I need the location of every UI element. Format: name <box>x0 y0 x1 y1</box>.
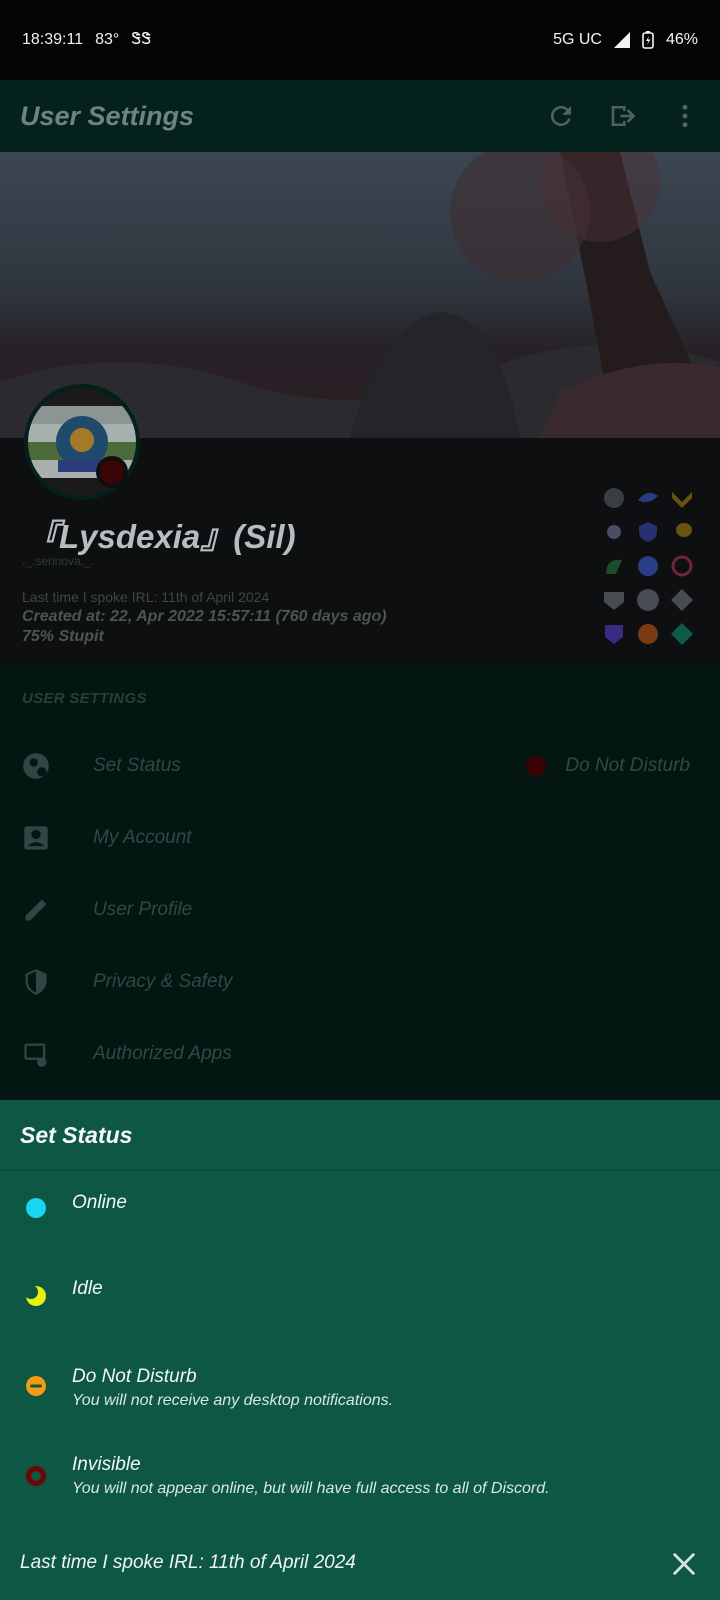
settings-item-privacy-safety[interactable]: Privacy & Safety <box>0 946 720 1018</box>
settings-item-label: Set Status <box>93 755 181 776</box>
status-temp: 83° <box>95 31 120 48</box>
badge-icon[interactable] <box>634 518 662 546</box>
badge-icon[interactable] <box>600 518 628 546</box>
status-option-invisible[interactable]: Invisible You will not appear online, bu… <box>0 1444 720 1532</box>
badge-icon[interactable] <box>600 586 628 614</box>
battery-icon <box>642 31 654 49</box>
custom-status-text[interactable]: Last time I spoke IRL: 11th of April 202… <box>20 1552 356 1574</box>
settings-item-authorized-apps[interactable]: Authorized Apps <box>0 1018 720 1090</box>
settings-item-value: Do Not Disturb <box>565 755 690 776</box>
badge-icon[interactable] <box>600 484 628 512</box>
idle-moon-icon <box>26 1286 46 1306</box>
badge-icon[interactable] <box>634 552 662 580</box>
signal-icon <box>613 32 630 48</box>
badge-grid <box>600 484 702 648</box>
badge-icon[interactable] <box>634 484 662 512</box>
sheet-divider <box>0 1170 720 1171</box>
dnd-icon <box>26 1376 46 1396</box>
created-at: Created at: 22, Apr 2022 15:57:11 (760 d… <box>22 608 387 625</box>
badge-icon[interactable] <box>668 518 696 546</box>
badge-icon[interactable] <box>668 586 696 614</box>
bio-line: Last time I spoke IRL: 11th of April 202… <box>22 589 270 605</box>
status-icon <box>23 753 49 779</box>
badge-icon[interactable] <box>668 552 696 580</box>
settings-item-label: Authorized Apps <box>93 1043 232 1064</box>
settings-item-label: Privacy & Safety <box>93 971 233 992</box>
badge-icon[interactable] <box>668 484 696 512</box>
settings-item-my-account[interactable]: My Account <box>0 802 720 874</box>
status-option-title: Do Not Disturb <box>72 1366 197 1387</box>
invisible-icon <box>26 1466 46 1486</box>
display-name: 『Lysdexia』(Sil) <box>26 518 296 555</box>
dnd-indicator <box>526 756 546 776</box>
badge-icon[interactable] <box>634 586 662 614</box>
shield-icon <box>25 969 47 995</box>
app-bar: User Settings <box>0 80 720 152</box>
badge-icon[interactable] <box>600 620 628 648</box>
status-option-title: Idle <box>72 1278 103 1299</box>
app-title: User Settings <box>20 100 195 131</box>
account-icon <box>24 826 48 850</box>
status-extra: ᏕᏕ <box>131 31 152 48</box>
badge-icon[interactable] <box>634 620 662 648</box>
battery-level: 46% <box>665 31 698 48</box>
status-option-title: Online <box>72 1192 127 1213</box>
sheet-title: Set Status <box>20 1122 133 1148</box>
username: ._.serinova._. <box>22 554 95 568</box>
pencil-icon <box>25 899 47 921</box>
section-title: USER SETTINGS <box>22 690 147 707</box>
refresh-icon[interactable] <box>546 101 576 131</box>
logout-icon[interactable] <box>608 101 638 131</box>
settings-item-label: User Profile <box>93 899 193 920</box>
status-option-title: Invisible <box>72 1454 141 1475</box>
settings-item-set-status[interactable]: Set Status Do Not Disturb <box>0 730 720 802</box>
status-option-online[interactable]: Online <box>0 1180 720 1268</box>
status-option-desc: You will not appear online, but will hav… <box>72 1480 550 1497</box>
online-icon <box>26 1198 46 1218</box>
status-time: 18:39:11 <box>22 31 84 48</box>
badge-icon[interactable] <box>600 552 628 580</box>
status-option-idle[interactable]: Idle <box>0 1268 720 1356</box>
more-vert-icon[interactable] <box>670 101 700 131</box>
badge-icon[interactable] <box>668 620 696 648</box>
tagline: 75% Stupit <box>22 628 104 645</box>
settings-item-label: My Account <box>93 827 192 848</box>
close-icon[interactable] <box>670 1550 698 1578</box>
dnd-status-badge <box>96 456 128 488</box>
network-label: 5G UC <box>553 31 602 48</box>
status-bar: 18:39:11 83° ᏕᏕ 5G UC 46% <box>0 0 720 80</box>
settings-item-user-profile[interactable]: User Profile <box>0 874 720 946</box>
status-option-do-not-disturb[interactable]: Do Not Disturb You will not receive any … <box>0 1356 720 1444</box>
apps-icon <box>24 1043 47 1067</box>
status-option-desc: You will not receive any desktop notific… <box>72 1392 394 1409</box>
